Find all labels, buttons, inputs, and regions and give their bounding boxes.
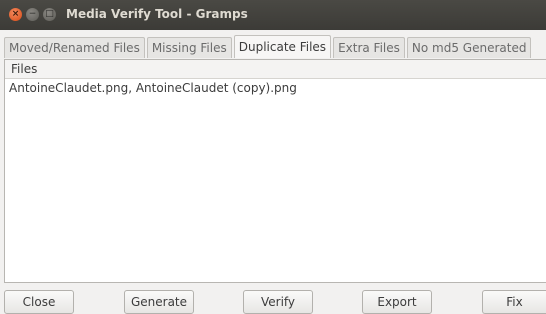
files-column-header[interactable]: Files (5, 60, 546, 79)
files-list[interactable]: Files AntoineClaudet.png, AntoineClaudet… (4, 59, 546, 283)
window-maximize-icon[interactable]: □ (43, 8, 56, 21)
export-button[interactable]: Export (362, 290, 432, 314)
tab-no-md5-generated[interactable]: No md5 Generated (406, 37, 532, 58)
generate-button[interactable]: Generate (124, 290, 194, 314)
fix-button[interactable]: Fix (482, 290, 546, 314)
verify-button[interactable]: Verify (243, 290, 313, 314)
window-title: Media Verify Tool - Gramps (66, 7, 248, 21)
tab-missing-files[interactable]: Missing Files (146, 37, 232, 58)
tab-extra-files[interactable]: Extra Files (333, 37, 405, 58)
title-bar: × − □ Media Verify Tool - Gramps (0, 0, 546, 30)
tab-bar: Moved/Renamed Files Missing Files Duplic… (4, 35, 533, 59)
window-close-icon[interactable]: × (9, 8, 22, 21)
close-button[interactable]: Close (4, 290, 74, 314)
tab-duplicate-files[interactable]: Duplicate Files (233, 35, 332, 58)
window-minimize-icon[interactable]: − (26, 8, 39, 21)
list-item[interactable]: AntoineClaudet.png, AntoineClaudet (copy… (5, 79, 546, 97)
tab-moved-renamed-files[interactable]: Moved/Renamed Files (4, 37, 145, 58)
